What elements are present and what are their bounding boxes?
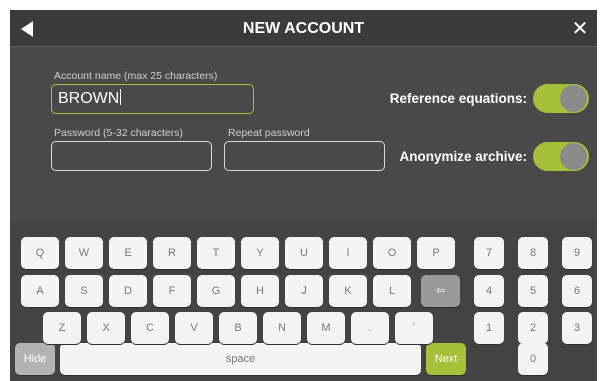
numpad-key-6[interactable]: 6 [562, 275, 592, 307]
key-l[interactable]: L [373, 275, 411, 307]
key-c[interactable]: C [131, 312, 169, 344]
text-caret [120, 89, 122, 105]
key-y[interactable]: Y [241, 237, 279, 269]
account-name-label: Account name (max 25 characters) [54, 70, 218, 82]
key-x[interactable]: X [87, 312, 125, 344]
reference-equations-toggle[interactable] [533, 84, 589, 113]
on-screen-keyboard: Hide space Next ⇦ QWERTYUIOP ASDFGHJKL ZXC… [10, 222, 597, 381]
close-icon[interactable]: ✕ [569, 17, 591, 39]
key-o[interactable]: O [373, 237, 411, 269]
page-title: NEW ACCOUNT [242, 20, 365, 37]
numpad-key-0[interactable]: 0 [518, 343, 548, 375]
key-s[interactable]: S [65, 275, 103, 307]
key-p[interactable]: P [417, 237, 455, 269]
numpad-key-4[interactable]: 4 [474, 275, 504, 307]
key-r[interactable]: R [153, 237, 191, 269]
back-arrow-icon[interactable] [18, 19, 38, 39]
anonymize-archive-toggle[interactable] [533, 142, 589, 171]
key-t[interactable]: T [197, 237, 235, 269]
backspace-key[interactable]: ⇦ [421, 275, 460, 307]
space-key[interactable]: space [60, 343, 421, 375]
numpad-key-3[interactable]: 3 [562, 312, 592, 344]
key-a[interactable]: A [21, 275, 59, 307]
account-name-value: BROWN [58, 90, 120, 107]
key-n[interactable]: N [263, 312, 301, 344]
key-m[interactable]: M [307, 312, 345, 344]
key-w[interactable]: W [65, 237, 103, 269]
key-f[interactable]: F [153, 275, 191, 307]
key-q[interactable]: Q [21, 237, 59, 269]
password-input[interactable] [51, 141, 212, 171]
key-e[interactable]: E [109, 237, 147, 269]
toggle-knob [560, 85, 587, 112]
key-h[interactable]: H [241, 275, 279, 307]
key-j[interactable]: J [285, 275, 323, 307]
key-z[interactable]: Z [43, 312, 81, 344]
key-d[interactable]: D [109, 275, 147, 307]
account-name-input[interactable]: BROWN [51, 84, 254, 114]
hide-key[interactable]: Hide [15, 343, 55, 375]
key-u[interactable]: U [285, 237, 323, 269]
repeat-password-input[interactable] [224, 141, 385, 171]
key-b[interactable]: B [219, 312, 257, 344]
password-label: Password (5-32 characters) [54, 127, 183, 139]
numpad-key-1[interactable]: 1 [474, 312, 504, 344]
app-screen: NEW ACCOUNT ✕ Account name (max 25 chara… [10, 10, 597, 381]
numpad-key-2[interactable]: 2 [518, 312, 548, 344]
reference-equations-label: Reference equations: [389, 91, 527, 106]
numpad-key-5[interactable]: 5 [518, 275, 548, 307]
key-period[interactable]: . [351, 312, 389, 344]
key-k[interactable]: K [329, 275, 367, 307]
key-i[interactable]: I [329, 237, 367, 269]
next-key[interactable]: Next [426, 343, 466, 375]
numpad-key-7[interactable]: 7 [474, 237, 504, 269]
title-bar: NEW ACCOUNT ✕ [10, 10, 597, 47]
numpad-key-9[interactable]: 9 [562, 237, 592, 269]
key-g[interactable]: G [197, 275, 235, 307]
anonymize-archive-label: Anonymize archive: [399, 149, 527, 164]
key-backtick[interactable]: ` [395, 312, 433, 344]
numpad-key-8[interactable]: 8 [518, 237, 548, 269]
toggle-knob [560, 143, 587, 170]
repeat-password-label: Repeat password [228, 127, 310, 139]
key-v[interactable]: V [175, 312, 213, 344]
